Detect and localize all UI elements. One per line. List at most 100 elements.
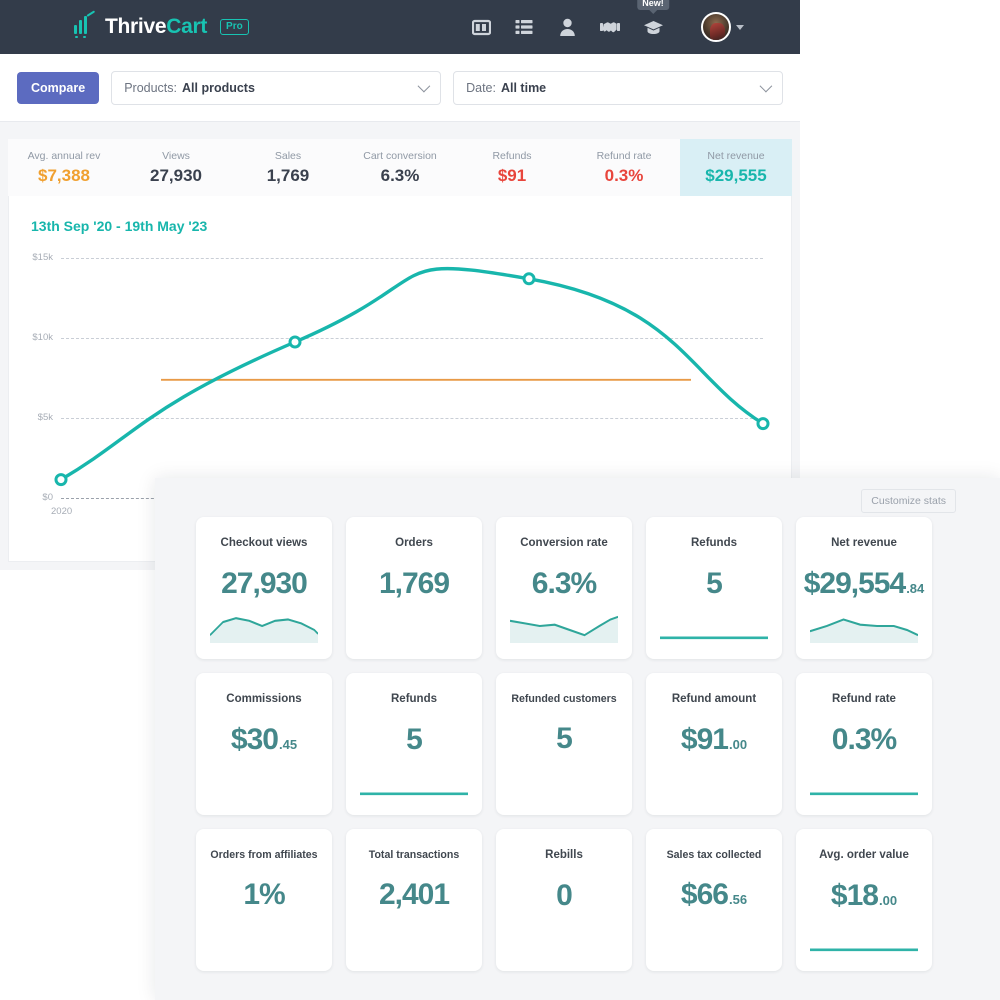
stat-card[interactable]: Checkout views 27,930: [196, 517, 332, 659]
stat-card-value-wrap: 2,401: [378, 877, 450, 912]
products-select-value: All products: [182, 80, 255, 95]
kpi-value: $7,388: [38, 165, 90, 185]
handshake-icon[interactable]: [599, 16, 621, 38]
dashboard-icon[interactable]: [470, 16, 492, 38]
chart-series-line: [59, 266, 765, 482]
brand-logo[interactable]: ThriveCart Pro: [74, 10, 249, 39]
stat-card-decimal: .45: [278, 736, 298, 752]
stat-card-value-wrap: $91.00: [681, 723, 747, 757]
stat-card-value-wrap: 0: [556, 878, 573, 913]
stat-card-value: 2,401: [378, 877, 450, 911]
kpi-value: 27,930: [150, 165, 202, 185]
kpi-item-net-revenue[interactable]: Net revenue $29,555: [680, 139, 792, 196]
stat-card[interactable]: Sales tax collected $66.56: [646, 829, 782, 971]
kpi-value: 6.3%: [380, 165, 420, 185]
stat-card-value: $91: [680, 722, 729, 756]
graduation-cap-icon[interactable]: New!: [637, 0, 669, 38]
kpi-label: Refund rate: [596, 149, 652, 162]
chart-data-point[interactable]: [756, 417, 770, 431]
stat-card[interactable]: Net revenue $29,554.84: [796, 517, 932, 659]
stat-card-value: 0: [556, 878, 573, 912]
stat-card-label: Sales tax collected: [666, 849, 762, 861]
kpi-item-avg-annual-rev[interactable]: Avg. annual rev $7,388: [8, 139, 120, 196]
filter-bar: Compare Products: All products Date: All…: [0, 54, 800, 122]
stat-card[interactable]: Orders 1,769: [346, 517, 482, 659]
kpi-item-cart-conversion[interactable]: Cart conversion 6.3%: [344, 139, 456, 196]
stat-card[interactable]: Avg. order value $18.00: [796, 829, 932, 971]
stat-card[interactable]: Total transactions 2,401: [346, 829, 482, 971]
stat-card[interactable]: Orders from affiliates 1%: [196, 829, 332, 971]
chevron-down-icon[interactable]: [759, 79, 773, 93]
kpi-item-refunds[interactable]: Refunds $91: [456, 139, 568, 196]
stat-card-sparkline: [810, 609, 918, 643]
avatar[interactable]: [701, 12, 731, 42]
stat-card-value-wrap: $29,554.84: [804, 567, 925, 601]
kpi-label: Views: [162, 149, 190, 162]
stat-card-value-wrap: 1%: [243, 878, 285, 912]
stat-card-label: Refund rate: [832, 693, 896, 705]
stat-card[interactable]: Refunded customers 5: [496, 673, 632, 815]
stat-card-sparkline: [510, 609, 618, 643]
stat-card-decimal: .56: [728, 891, 748, 907]
chart-data-point[interactable]: [522, 272, 536, 286]
stat-card-value-wrap: $30.45: [231, 723, 297, 757]
top-navigation-bar: ThriveCart Pro New!: [0, 0, 800, 54]
stat-card-sparkline: [210, 609, 318, 643]
kpi-label: Net revenue: [707, 149, 765, 162]
stat-card-value-wrap: 6.3%: [532, 567, 597, 601]
kpi-label: Refunds: [492, 149, 532, 162]
stat-card[interactable]: Refunds 5: [646, 517, 782, 659]
stat-card-label: Refund amount: [671, 693, 757, 705]
stat-card-label: Checkout views: [220, 537, 308, 549]
date-select-value: All time: [500, 80, 547, 95]
chart-data-point[interactable]: [288, 335, 302, 349]
user-menu[interactable]: [701, 12, 744, 42]
stat-card-sparkline: [360, 765, 468, 799]
kpi-label: Avg. annual rev: [27, 149, 101, 162]
brand-text-cart: Cart: [166, 15, 208, 38]
chart-data-point[interactable]: [54, 473, 68, 487]
kpi-value: 0.3%: [604, 165, 644, 185]
chevron-down-icon[interactable]: [417, 79, 431, 93]
stat-card-value-wrap: $66.56: [681, 878, 747, 912]
stats-overlay-panel: Customize stats Checkout views 27,930 Orde…: [155, 478, 1000, 1000]
pro-badge: Pro: [220, 19, 249, 35]
stat-card-label: Rebills: [545, 849, 583, 861]
person-icon[interactable]: [556, 16, 578, 38]
stat-card-sparkline: [660, 609, 768, 643]
customize-stats-button[interactable]: Customize stats: [861, 489, 956, 513]
products-select-prefix: Products:: [124, 80, 177, 95]
stat-card[interactable]: Refund rate 0.3%: [796, 673, 932, 815]
stat-card[interactable]: Commissions $30.45: [196, 673, 332, 815]
stat-card-value: 1,769: [378, 566, 450, 600]
stat-card-value: 0.3%: [831, 722, 897, 756]
chart-date-range-title: 13th Sep '20 - 19th May '23: [31, 218, 208, 234]
kpi-item-refund-rate[interactable]: Refund rate 0.3%: [568, 139, 680, 196]
nav-icon-group: New!: [470, 0, 744, 54]
chevron-down-icon[interactable]: [736, 24, 744, 30]
stat-card-sparkline: [810, 765, 918, 799]
stat-card-value: $18: [830, 878, 879, 912]
stat-card[interactable]: Refunds 5: [346, 673, 482, 815]
stat-card-value: 5: [706, 566, 723, 600]
stat-card-label: Conversion rate: [520, 537, 608, 549]
stat-card[interactable]: Refund amount $91.00: [646, 673, 782, 815]
compare-button[interactable]: Compare: [17, 71, 100, 104]
kpi-item-sales[interactable]: Sales 1,769: [232, 139, 344, 196]
stat-card-value: $30: [230, 722, 279, 756]
cart-bars-icon: [74, 10, 96, 38]
stat-card-value: 27,930: [221, 566, 308, 600]
stat-card-value-wrap: $18.00: [831, 879, 897, 913]
stat-card[interactable]: Conversion rate 6.3%: [496, 517, 632, 659]
stat-card-value: $29,554: [803, 566, 906, 600]
date-select[interactable]: Date: All time: [453, 70, 783, 105]
kpi-item-views[interactable]: Views 27,930: [120, 139, 232, 196]
customize-stats-wrap: Customize stats: [861, 489, 956, 513]
products-select[interactable]: Products: All products: [111, 70, 442, 105]
kpi-summary-strip: Avg. annual rev $7,388 Views 27,930 Sales 1,7…: [8, 139, 792, 196]
stat-card-label: Net revenue: [831, 537, 897, 549]
list-icon[interactable]: [513, 16, 535, 38]
stat-card-label: Orders from affiliates: [210, 849, 318, 861]
stat-card[interactable]: Rebills 0: [496, 829, 632, 971]
stat-card-value-wrap: 0.3%: [831, 722, 897, 757]
